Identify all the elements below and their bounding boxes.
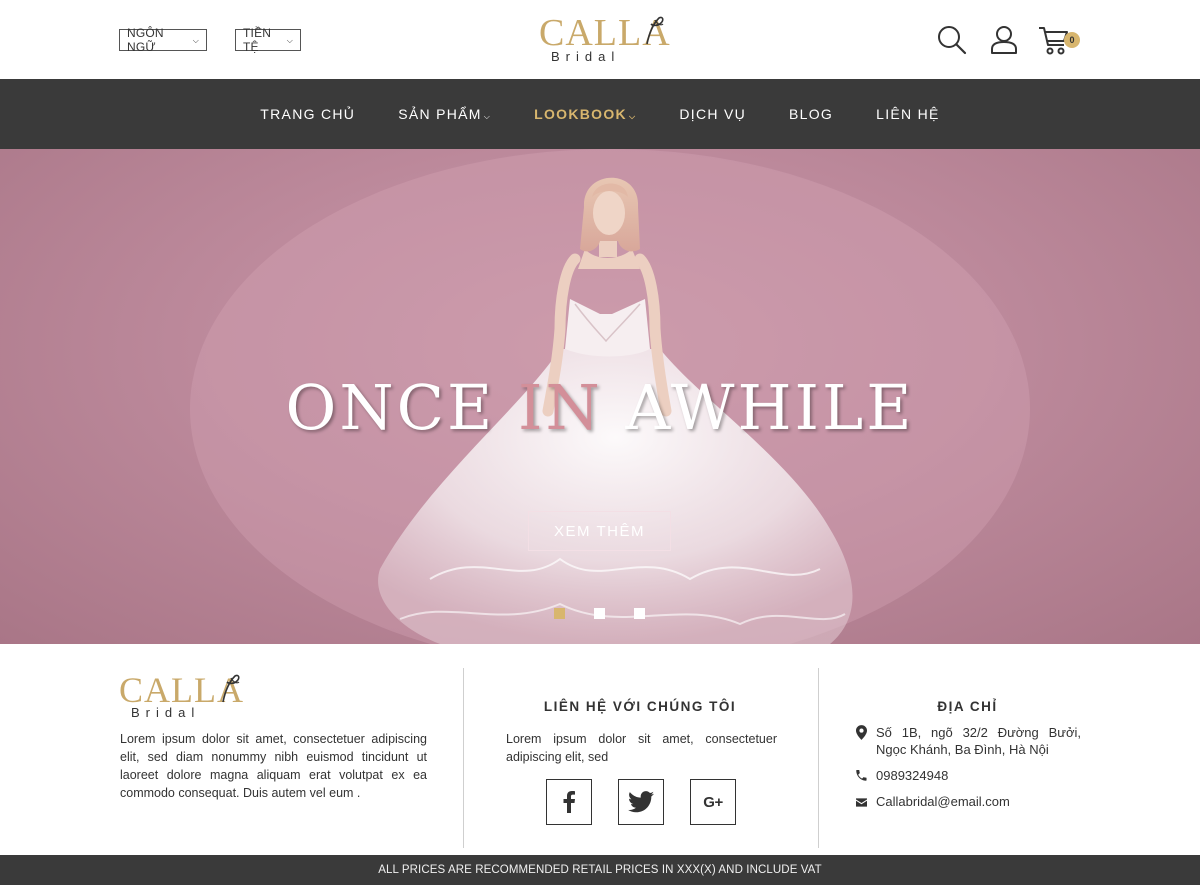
slider-dot-3[interactable] xyxy=(634,608,645,619)
slider-dot-1[interactable] xyxy=(554,608,565,619)
twitter-button[interactable] xyxy=(618,779,664,825)
see-more-button[interactable]: XEM THÊM xyxy=(528,511,671,551)
hero-title: ONCE IN AWHILE xyxy=(0,371,1200,444)
nav-item-home[interactable]: TRANG CHỦ xyxy=(260,106,355,122)
language-select-label: NGÔN NGỮ xyxy=(127,26,164,54)
currency-select-label: TIỀN TỆ xyxy=(243,26,272,54)
facebook-icon xyxy=(563,791,575,813)
slider-dot-2[interactable] xyxy=(594,608,605,619)
chevron-down-icon: ⌵ xyxy=(628,112,637,121)
nav-item-products[interactable]: SẢN PHẨM ⌵ xyxy=(398,106,491,122)
search-icon[interactable] xyxy=(936,24,968,56)
site-logo[interactable]: CALLA Bridal xyxy=(539,14,670,64)
email-text: Callabridal@email.com xyxy=(876,794,1010,809)
phone-text: 0989324948 xyxy=(876,768,949,783)
address-text: Số 1B, ngõ 32/2 Đường Bưởi, Ngọc Khánh, … xyxy=(876,725,1081,757)
nav-item-lookbook[interactable]: LOOKBOOK ⌵ xyxy=(534,106,636,122)
address-heading: ĐỊA CHỈ xyxy=(937,699,998,714)
envelope-icon xyxy=(856,793,876,811)
twitter-icon xyxy=(628,791,654,813)
footer: CALLA Bridal Lorem ipsum dolor sit amet,… xyxy=(0,644,1200,854)
nav-item-label: LOOKBOOK xyxy=(534,106,627,122)
nav-item-label: DỊCH VỤ xyxy=(679,106,747,122)
google-plus-icon: G+ xyxy=(703,793,723,811)
phone-row[interactable]: 0989324948 xyxy=(856,767,948,785)
main-nav: TRANG CHỦ SẢN PHẨM ⌵ LOOKBOOK ⌵ DỊCH VỤ BL… xyxy=(0,79,1200,149)
contact-heading: LIÊN HỆ VỚI CHÚNG TÔI xyxy=(543,699,737,714)
user-icon[interactable] xyxy=(988,24,1020,56)
column-divider xyxy=(818,668,819,848)
google-plus-button[interactable]: G+ xyxy=(690,779,736,825)
nav-item-services[interactable]: DỊCH VỤ xyxy=(679,106,746,122)
about-text: Lorem ipsum dolor sit amet, consectetuer… xyxy=(120,732,427,800)
nav-item-label: TRANG CHỦ xyxy=(260,106,356,122)
nav-item-label: BLOG xyxy=(789,106,834,122)
hero-title-highlight: IN xyxy=(518,371,603,444)
price-notice-text: ALL PRICES ARE RECOMMENDED RETAIL PRICES… xyxy=(378,864,822,876)
chevron-down-icon: ⌵ xyxy=(483,112,492,121)
language-select[interactable]: NGÔN NGỮ ⌵ xyxy=(119,26,207,54)
email-row[interactable]: Callabridal@email.com xyxy=(856,793,1010,811)
price-notice-bar: ALL PRICES ARE RECOMMENDED RETAIL PRICES… xyxy=(0,855,1200,885)
chevron-down-icon: ⌵ xyxy=(192,36,199,45)
footer-logo[interactable]: CALLA Bridal xyxy=(119,672,244,720)
currency-select[interactable]: TIỀN TỆ ⌵ xyxy=(235,26,301,54)
nav-item-label: LIÊN HỆ xyxy=(876,106,940,122)
hero-title-part2: AWHILE xyxy=(602,371,915,444)
phone-icon xyxy=(856,767,876,785)
map-marker-icon xyxy=(856,724,876,758)
nav-item-blog[interactable]: BLOG xyxy=(789,106,833,122)
top-bar: NGÔN NGỮ ⌵ TIỀN TỆ ⌵ CALLA Bridal 0 xyxy=(0,0,1200,79)
contact-text: Lorem ipsum dolor sit amet, consectetuer… xyxy=(506,732,777,764)
hero-banner: ONCE IN AWHILE XEM THÊM xyxy=(0,149,1200,644)
hero-title-part1: ONCE xyxy=(285,371,519,444)
chevron-down-icon: ⌵ xyxy=(286,36,293,45)
facebook-button[interactable] xyxy=(546,779,592,825)
column-divider xyxy=(463,668,464,848)
nav-item-contact[interactable]: LIÊN HỆ xyxy=(876,106,940,122)
cart-count-badge: 0 xyxy=(1064,32,1080,48)
address-row: Số 1B, ngõ 32/2 Đường Bưởi, Ngọc Khánh, … xyxy=(856,724,1081,758)
calla-lily-icon xyxy=(222,674,240,703)
calla-lily-icon xyxy=(646,16,664,45)
nav-item-label: SẢN PHẨM xyxy=(398,106,482,122)
